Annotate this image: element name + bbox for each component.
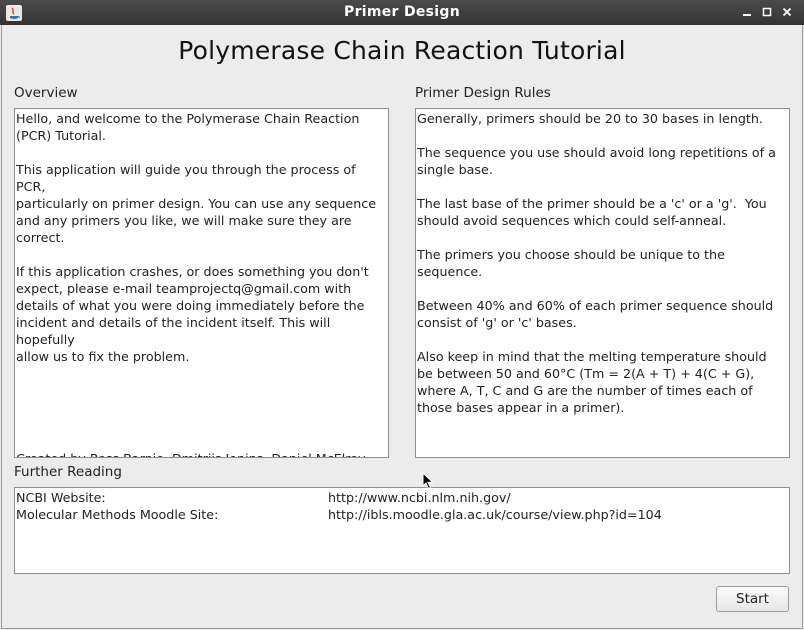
reading-row-ncbi: NCBI Website: http://www.ncbi.nlm.nih.go…: [16, 489, 788, 506]
start-button[interactable]: Start: [716, 586, 789, 612]
mouse-cursor-icon: [422, 471, 434, 494]
minimize-icon[interactable]: [740, 5, 754, 19]
reading-name: Molecular Methods Moodle Site:: [16, 507, 219, 522]
primer-rules-label: Primer Design Rules: [415, 85, 551, 101]
further-reading-text-area[interactable]: NCBI Website: http://www.ncbi.nlm.nih.go…: [14, 487, 790, 574]
title-bar[interactable]: Primer Design: [0, 0, 804, 25]
window-title: Primer Design: [344, 4, 460, 20]
close-icon[interactable]: [780, 5, 794, 19]
primer-rules-text-area[interactable]: Generally, primers should be 20 to 30 ba…: [415, 108, 790, 458]
reading-url[interactable]: http://www.ncbi.nlm.nih.gov/: [328, 489, 511, 506]
overview-label: Overview: [14, 85, 78, 101]
page-title: Polymerase Chain Reaction Tutorial: [178, 36, 626, 65]
reading-name: NCBI Website:: [16, 490, 106, 505]
reading-url[interactable]: http://ibls.moodle.gla.ac.uk/course/view…: [328, 506, 662, 523]
reading-row-moodle: Molecular Methods Moodle Site: http://ib…: [16, 506, 788, 523]
maximize-icon[interactable]: [760, 5, 774, 19]
further-reading-label: Further Reading: [14, 464, 122, 480]
overview-text-area[interactable]: Hello, and welcome to the Polymerase Cha…: [14, 108, 389, 458]
